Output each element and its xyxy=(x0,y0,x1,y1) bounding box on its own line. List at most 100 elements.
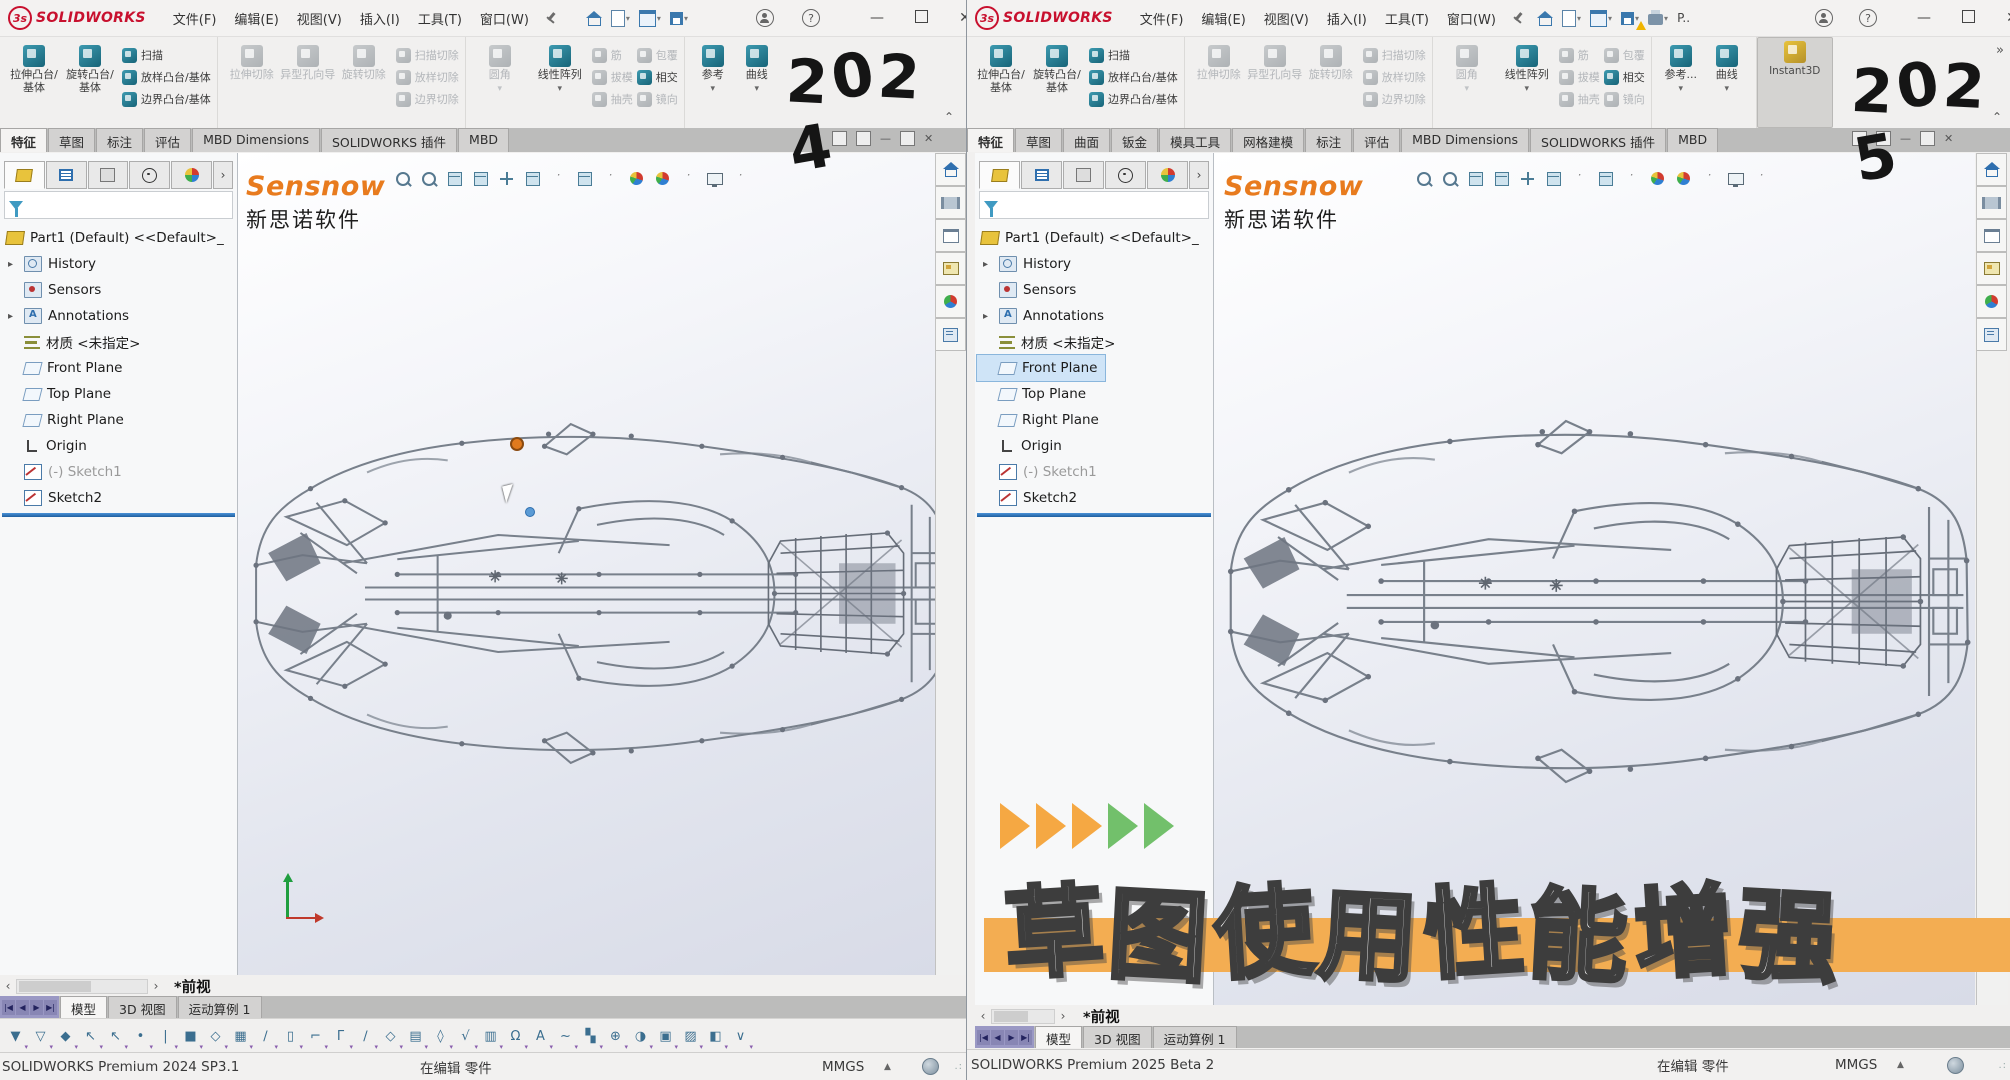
ribbon-button[interactable]: 曲线▾ xyxy=(735,43,779,94)
sketch-tool[interactable]: ▥ xyxy=(478,1024,503,1050)
task-pane-tab[interactable] xyxy=(1977,186,2007,219)
headsup-tool[interactable] xyxy=(627,169,646,188)
tree-root[interactable]: Part1 (Default) <<Default>_ xyxy=(977,225,1211,251)
units-label[interactable]: MMGS xyxy=(1835,1057,1877,1073)
menu-item[interactable]: 插入(I) xyxy=(351,5,409,32)
ribbon-button[interactable]: 边界凸台/基体 xyxy=(122,91,211,107)
tree-item[interactable]: 材质 <未指定> xyxy=(2,329,235,355)
displaymanager-tab[interactable] xyxy=(171,161,212,189)
sketch-tool[interactable]: A xyxy=(528,1024,553,1050)
headsup-tool[interactable] xyxy=(653,169,672,188)
save-button[interactable]: ▾ xyxy=(1618,10,1642,27)
sketch-tool[interactable]: ∕ xyxy=(253,1024,278,1050)
sketch-tool[interactable]: ↖ xyxy=(103,1024,128,1050)
sketch-tool[interactable]: | xyxy=(153,1024,178,1050)
command-tab[interactable]: MBD Dimensions xyxy=(192,128,320,152)
sketch-tool[interactable]: Ω xyxy=(503,1024,528,1050)
headsup-tool[interactable] xyxy=(549,169,568,188)
task-pane-tab[interactable] xyxy=(1977,285,2007,318)
view-sphere-icon[interactable] xyxy=(922,1058,939,1075)
tree-item[interactable]: 材质 <未指定> xyxy=(977,329,1211,355)
sketch-tool[interactable]: ◇ xyxy=(378,1024,403,1050)
headsup-tool[interactable] xyxy=(1752,169,1771,188)
command-tab[interactable]: 模具工具 xyxy=(1159,128,1231,152)
command-tab[interactable]: 曲面 xyxy=(1063,128,1110,152)
sketch-tool[interactable]: ▨ xyxy=(678,1024,703,1050)
tree-item[interactable]: Front Plane xyxy=(977,355,1105,381)
model-tab[interactable]: 3D 视图 xyxy=(108,996,177,1018)
headsup-tool[interactable] xyxy=(1492,169,1511,188)
tree-item[interactable]: (-) Sketch1 xyxy=(2,459,235,485)
sketch-tool[interactable]: ▣ xyxy=(653,1024,678,1050)
headsup-tool[interactable] xyxy=(1518,169,1537,188)
tree-item[interactable]: Sketch2 xyxy=(2,485,235,511)
dimxpert-tab[interactable] xyxy=(1105,161,1146,189)
ribbon-button[interactable]: 旋转凸台/基体 xyxy=(1029,43,1085,94)
tree-item[interactable]: (-) Sketch1 xyxy=(977,459,1211,485)
new-document-button[interactable]: ▾ xyxy=(608,8,633,29)
sketch-tool[interactable]: ↖ xyxy=(78,1024,103,1050)
command-tab[interactable]: 特征 xyxy=(967,128,1014,152)
horizontal-scrollbar[interactable]: ‹ › *前视 xyxy=(975,1006,2010,1026)
tree-item[interactable]: History xyxy=(2,251,235,277)
instant3d-button[interactable]: Instant3D xyxy=(1757,37,1833,128)
model-tab[interactable]: 运动算例 1 xyxy=(1153,1026,1237,1048)
command-tab[interactable]: SOLIDWORKS 插件 xyxy=(321,128,457,152)
headsup-tool[interactable] xyxy=(601,169,620,188)
sketch-tool[interactable]: ∕ xyxy=(353,1024,378,1050)
task-pane-tab[interactable] xyxy=(936,285,966,318)
headsup-tool[interactable] xyxy=(497,169,516,188)
command-tab[interactable]: 特征 xyxy=(0,128,47,152)
headsup-tool[interactable] xyxy=(1726,169,1745,188)
ribbon-button[interactable]: 放样凸台/基体 xyxy=(1089,69,1178,85)
tab-scroll-buttons[interactable]: |◀◀▶▶| xyxy=(975,1026,1034,1048)
headsup-tool[interactable] xyxy=(445,169,464,188)
menu-item[interactable]: 视图(V) xyxy=(288,5,351,32)
model-tab[interactable]: 模型 xyxy=(1035,1026,1082,1048)
command-tab[interactable]: 标注 xyxy=(1305,128,1352,152)
ribbon-button[interactable]: 扫描 xyxy=(122,47,211,63)
configurationmanager-tab[interactable] xyxy=(1063,161,1104,189)
tree-item[interactable]: Sensors xyxy=(977,277,1211,303)
rollback-bar[interactable] xyxy=(977,513,1211,517)
headsup-tool[interactable] xyxy=(393,169,412,188)
tree-item[interactable]: History xyxy=(977,251,1211,277)
command-tab[interactable]: 标注 xyxy=(96,128,143,152)
tree-item[interactable]: Origin xyxy=(2,433,235,459)
scroll-left-icon[interactable]: ‹ xyxy=(0,979,16,993)
scroll-right-icon[interactable]: › xyxy=(148,979,164,993)
sketch-tool[interactable]: ▯ xyxy=(278,1024,303,1050)
sketch-tool[interactable]: √ xyxy=(453,1024,478,1050)
headsup-tool[interactable] xyxy=(1440,169,1459,188)
headsup-tool[interactable] xyxy=(1544,169,1563,188)
account-icon[interactable] xyxy=(756,9,774,27)
new-document-button[interactable]: ▾ xyxy=(1559,8,1584,29)
sketch-tool[interactable]: Γ xyxy=(328,1024,353,1050)
tree-item[interactable]: Top Plane xyxy=(2,381,235,407)
ribbon-button[interactable]: 参考...▾ xyxy=(1658,43,1704,94)
model-tab[interactable]: 模型 xyxy=(60,996,107,1018)
ribbon-button[interactable]: 线性阵列▾ xyxy=(1499,43,1555,94)
ribbon-button[interactable]: 相交 xyxy=(1604,69,1645,85)
headsup-tool[interactable] xyxy=(731,169,750,188)
tree-item[interactable]: Sketch2 xyxy=(977,485,1211,511)
ribbon-button[interactable]: 拉伸凸台/基体 xyxy=(6,43,62,94)
model-tab[interactable]: 运动算例 1 xyxy=(178,996,262,1018)
ribbon-button[interactable]: 相交 xyxy=(637,69,678,85)
menu-item[interactable]: 工具(T) xyxy=(409,5,471,32)
headsup-tool[interactable] xyxy=(1674,169,1693,188)
maximize-button[interactable] xyxy=(912,10,930,27)
menu-item[interactable]: 编辑(E) xyxy=(225,5,287,32)
displaymanager-tab[interactable] xyxy=(1147,161,1188,189)
sketch-tool[interactable]: ▚ xyxy=(578,1024,603,1050)
command-tab[interactable]: SOLIDWORKS 插件 xyxy=(1530,128,1666,152)
tree-item[interactable]: Sensors xyxy=(2,277,235,303)
propertymanager-tab[interactable] xyxy=(46,161,87,189)
sketch-tool[interactable]: ▤ xyxy=(403,1024,428,1050)
headsup-tool[interactable] xyxy=(1414,169,1433,188)
headsup-tool[interactable] xyxy=(523,169,542,188)
propertymanager-tab[interactable] xyxy=(1021,161,1062,189)
home-button[interactable] xyxy=(1535,10,1556,27)
panel-tabs-more[interactable]: › xyxy=(213,161,233,189)
headsup-tool[interactable] xyxy=(419,169,438,188)
